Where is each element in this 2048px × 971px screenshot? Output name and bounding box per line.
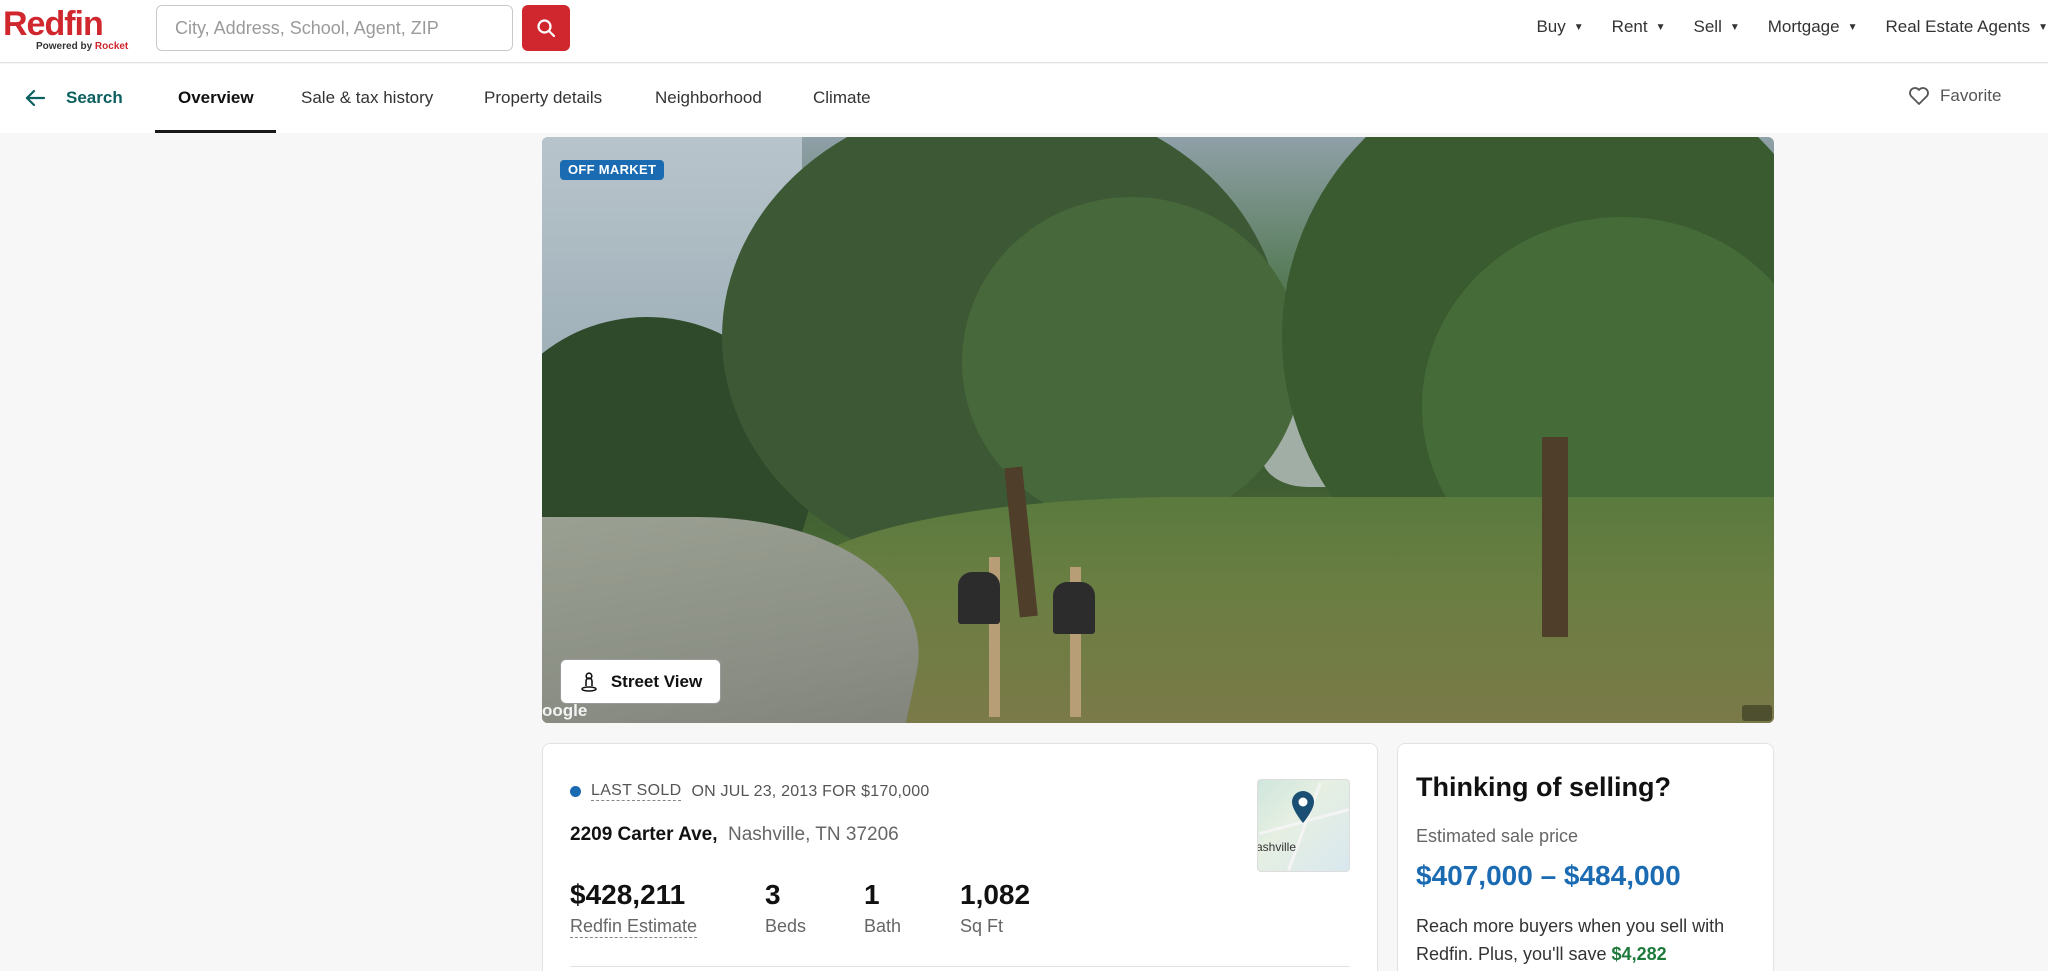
stat-sqft: 1,082 Sq Ft (960, 878, 1030, 937)
card-divider (570, 966, 1350, 967)
estimated-sale-label: Estimated sale price (1416, 826, 1579, 846)
logo-tagline: Powered by Rocket (36, 41, 129, 52)
chevron-down-icon: ▼ (2038, 21, 2048, 33)
back-to-search-link[interactable]: Search (24, 88, 123, 108)
tab-property-details[interactable]: Property details (484, 88, 602, 108)
photo-tree-trunk (1542, 437, 1568, 637)
off-market-badge: OFF MARKET (560, 160, 665, 180)
search-input[interactable] (156, 5, 513, 51)
favorite-button[interactable]: Favorite (1908, 86, 2001, 106)
chevron-down-icon: ▼ (1729, 21, 1740, 33)
thinking-of-selling-card: Thinking of selling? Estimated sale pric… (1397, 743, 1774, 971)
arrow-left-icon (25, 89, 46, 107)
nav-real-estate-agents[interactable]: Real Estate Agents ▼ (1886, 17, 2048, 37)
nav-mortgage[interactable]: Mortgage ▼ (1768, 17, 1858, 37)
beds-label: Beds (765, 916, 807, 936)
search-icon (537, 19, 556, 38)
top-nav: Buy ▼ Rent ▼ Sell ▼ Mortgage ▼ Real Estate A… (1536, 0, 2048, 54)
sqft-value: 1,082 (960, 879, 1031, 910)
chevron-down-icon: ▼ (1655, 21, 1666, 33)
property-address: 2209 Carter Ave, Nashville, TN 37206 (570, 824, 899, 846)
logo-wordmark: Redfin (3, 5, 104, 43)
street-view-button[interactable]: Street View (560, 659, 721, 704)
address-city: Nashville, TN 37206 (727, 824, 899, 845)
bath-label: Bath (864, 916, 902, 936)
search-button[interactable] (522, 5, 570, 51)
street-view-label: Street View (610, 671, 703, 691)
active-tab-indicator (155, 130, 276, 133)
map-city-label: ashville (1257, 840, 1297, 854)
photo-lawn (792, 497, 1774, 723)
tab-overview[interactable]: Overview (178, 88, 254, 108)
stat-bath: 1 Bath (864, 878, 901, 937)
nav-rent[interactable]: Rent ▼ (1612, 17, 1666, 37)
sqft-label: Sq Ft (960, 916, 1004, 936)
estimate-value: $428,211 (570, 879, 686, 910)
photo-mailbox (958, 572, 1000, 624)
chevron-down-icon: ▼ (1573, 21, 1584, 33)
favorite-label: Favorite (1940, 86, 2002, 105)
estimated-price-range: $407,000 – $484,000 (1416, 860, 1681, 891)
bath-value: 1 (864, 879, 880, 910)
map-thumbnail[interactable]: ashville (1257, 779, 1350, 872)
beds-value: 3 (765, 879, 781, 910)
property-summary-card: LAST SOLD ON JUL 23, 2013 FOR $170,000 2… (542, 743, 1378, 971)
redfin-logo[interactable]: Redfin Powered by Rocket (3, 5, 143, 52)
stat-estimate: $428,211 Redfin Estimate (570, 878, 698, 938)
heart-icon (1909, 87, 1929, 105)
street-view-person-icon (581, 671, 597, 692)
location-pin-icon (1292, 791, 1314, 823)
savings-amount: $4,282 (1611, 944, 1667, 964)
tab-sale-tax-history[interactable]: Sale & tax history (301, 88, 433, 108)
tab-climate[interactable]: Climate (813, 88, 871, 108)
photo-mailbox (1053, 582, 1095, 634)
top-header: Redfin Powered by Rocket Buy▼ Rent▼ Sell… (0, 0, 2048, 63)
chevron-down-icon: ▼ (1847, 21, 1858, 33)
nav-sell[interactable]: Sell ▼ (1694, 17, 1740, 37)
status-dot (570, 786, 581, 797)
selling-title: Thinking of selling? (1416, 772, 1671, 802)
map-attribution-corner (1742, 705, 1772, 721)
address-street: 2209 Carter Ave, (570, 824, 718, 845)
google-watermark: oogle (542, 701, 588, 720)
back-label: Search (66, 88, 123, 107)
stat-beds: 3 Beds (765, 878, 806, 937)
estimate-label[interactable]: Redfin Estimate (570, 916, 698, 938)
selling-pitch: Reach more buyers when you sell with Red… (1416, 916, 1725, 964)
nav-buy[interactable]: Buy ▼ (1536, 17, 1583, 37)
property-photo[interactable]: OFF MARKET Street View oogle (542, 137, 1774, 723)
last-sold-label[interactable]: LAST SOLD (591, 782, 682, 801)
last-sold-detail: ON JUL 23, 2013 FOR $170,000 (691, 782, 930, 800)
property-subnav: Search Overview Sale & tax history Prope… (0, 64, 2048, 133)
last-sold-line: LAST SOLD ON JUL 23, 2013 FOR $170,000 (570, 782, 929, 801)
tab-neighborhood[interactable]: Neighborhood (655, 88, 762, 108)
